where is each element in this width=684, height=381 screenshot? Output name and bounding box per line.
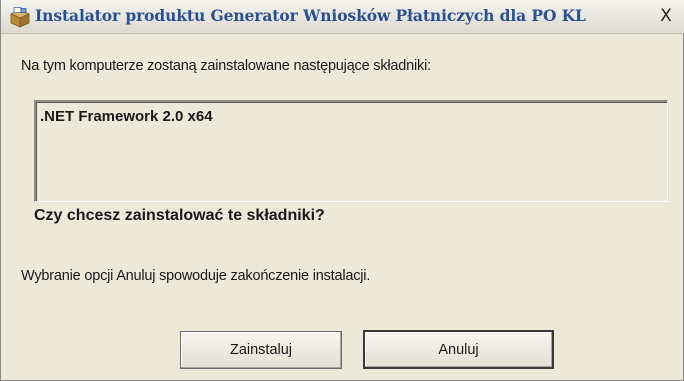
install-question: Czy chcesz zainstalować te składniki? xyxy=(34,207,325,224)
cancel-info-text: Wybranie opcji Anuluj spowoduje zakończe… xyxy=(21,268,371,284)
title-bar[interactable]: Instalator produktu Generator Wniosków P… xyxy=(1,0,684,34)
installer-box-icon xyxy=(9,7,31,28)
components-list: .NET Framework 2.0 x64 xyxy=(34,100,668,202)
window-title: Instalator produktu Generator Wniosków P… xyxy=(35,6,586,25)
installer-dialog: Instalator produktu Generator Wniosków P… xyxy=(0,0,684,381)
intro-text: Na tym komputerze zostaną zainstalowane … xyxy=(21,58,431,74)
install-button[interactable]: Zainstaluj xyxy=(180,331,342,369)
list-item: .NET Framework 2.0 x64 xyxy=(40,108,213,125)
close-button[interactable]: X xyxy=(653,5,679,27)
cancel-button[interactable]: Anuluj xyxy=(363,330,554,369)
